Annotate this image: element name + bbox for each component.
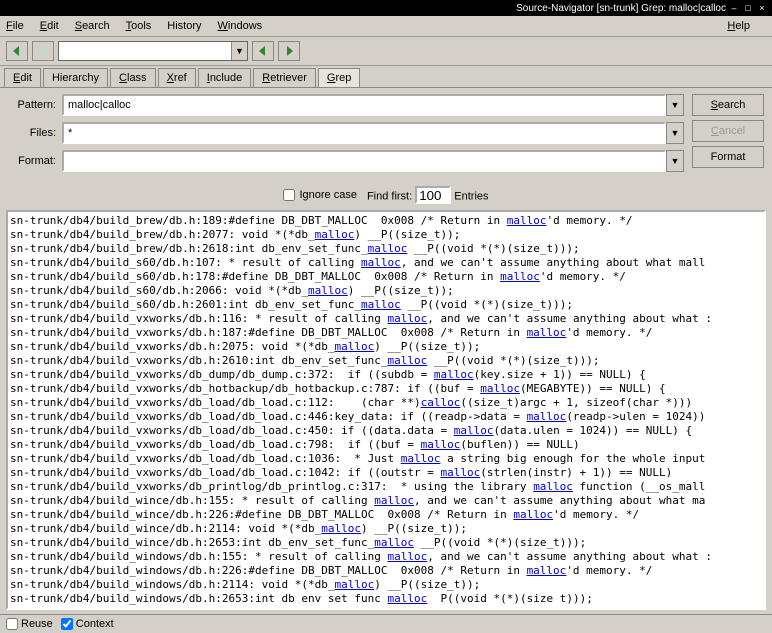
reuse-label: Reuse: [21, 618, 53, 630]
tab-xref[interactable]: Xref: [158, 68, 196, 87]
results-pane[interactable]: sn-trunk/db4/build_brew/db.h:189:#define…: [6, 210, 766, 610]
chevron-down-icon: ▼: [671, 128, 680, 138]
cancel-button[interactable]: Cancel: [692, 120, 764, 142]
maximize-icon[interactable]: □: [742, 3, 754, 13]
tab-include[interactable]: Include: [198, 68, 251, 87]
grep-form: Pattern: ▼ Files: ▼ Format: ▼ Search Can…: [0, 88, 772, 184]
entries-label: Entries: [454, 191, 488, 203]
find-first-input[interactable]: [415, 186, 451, 204]
result-line[interactable]: sn-trunk/db4/build_vxworks/db_load/db_lo…: [10, 396, 762, 410]
forward-button[interactable]: [32, 41, 54, 61]
menu-help[interactable]: Help: [727, 20, 750, 32]
menu-windows[interactable]: Windows: [218, 20, 263, 32]
back-button[interactable]: [6, 41, 28, 61]
context-checkbox[interactable]: [61, 618, 73, 630]
result-line[interactable]: sn-trunk/db4/build_vxworks/db_load/db_lo…: [10, 466, 762, 480]
result-line[interactable]: sn-trunk/db4/build_wince/db.h:226:#defin…: [10, 508, 762, 522]
result-line[interactable]: sn-trunk/db4/build_vxworks/db.h:2610:int…: [10, 354, 762, 368]
tabbar: Edit Hierarchy Class Xref Include Retrie…: [0, 66, 772, 88]
menu-tools[interactable]: Tools: [126, 20, 152, 32]
result-line[interactable]: sn-trunk/db4/build_brew/db.h:2618:int db…: [10, 242, 762, 256]
prev-button[interactable]: [252, 41, 274, 61]
menubar: File Edit Search Tools History Windows H…: [0, 16, 772, 37]
menu-history[interactable]: History: [167, 20, 201, 32]
result-line[interactable]: sn-trunk/db4/build_vxworks/db.h:187:#def…: [10, 326, 762, 340]
menu-edit[interactable]: Edit: [40, 20, 59, 32]
tab-grep[interactable]: Grep: [318, 68, 360, 87]
format-label: Format:: [8, 155, 56, 167]
minimize-icon[interactable]: –: [728, 3, 740, 13]
files-dropdown[interactable]: ▼: [666, 122, 684, 144]
reuse-checkbox[interactable]: [6, 618, 18, 630]
result-line[interactable]: sn-trunk/db4/build_vxworks/db.h:116: * r…: [10, 312, 762, 326]
result-line[interactable]: sn-trunk/db4/build_wince/db.h:2114: void…: [10, 522, 762, 536]
result-line[interactable]: sn-trunk/db4/build_windows/db.h:2653:int…: [10, 592, 762, 606]
tab-class[interactable]: Class: [110, 68, 156, 87]
result-line[interactable]: sn-trunk/db4/build_vxworks/db_load/db_lo…: [10, 410, 762, 424]
result-line[interactable]: sn-trunk/db4/build_windows/db.h:155: * r…: [10, 550, 762, 564]
search-button[interactable]: Search: [692, 94, 764, 116]
tab-retriever[interactable]: Retriever: [253, 68, 316, 87]
ignore-case-label: Ignore case: [299, 189, 356, 201]
menu-search[interactable]: Search: [75, 20, 110, 32]
files-label: Files:: [8, 127, 56, 139]
menu-file[interactable]: File: [6, 20, 24, 32]
result-line[interactable]: sn-trunk/db4/build_s60/db.h:178:#define …: [10, 270, 762, 284]
close-icon[interactable]: ×: [756, 3, 768, 13]
result-line[interactable]: sn-trunk/db4/build_s60/db.h:2601:int db_…: [10, 298, 762, 312]
result-line[interactable]: sn-trunk/db4/build_vxworks/db_load/db_lo…: [10, 424, 762, 438]
result-line[interactable]: sn-trunk/db4/build_vxworks/db_load/db_lo…: [10, 452, 762, 466]
format-input[interactable]: [62, 150, 666, 172]
pattern-dropdown[interactable]: ▼: [666, 94, 684, 116]
chevron-down-icon: ▼: [235, 46, 244, 56]
result-line[interactable]: sn-trunk/db4/build_vxworks/db_load/db_lo…: [10, 438, 762, 452]
files-input[interactable]: [62, 122, 666, 144]
options-row: Ignore case Find first: Entries: [0, 184, 772, 210]
format-dropdown[interactable]: ▼: [666, 150, 684, 172]
result-line[interactable]: sn-trunk/db4/build_vxworks/db_hotbackup/…: [10, 382, 762, 396]
result-line[interactable]: sn-trunk/db4/build_brew/db.h:2077: void …: [10, 228, 762, 242]
statusbar: Reuse Context: [0, 614, 772, 633]
pattern-label: Pattern:: [8, 99, 56, 111]
chevron-down-icon: ▼: [671, 100, 680, 110]
window-title: Source-Navigator [sn-trunk] Grep: malloc…: [516, 3, 726, 14]
result-line[interactable]: sn-trunk/db4/build_windows/db.h:226:#def…: [10, 564, 762, 578]
result-line[interactable]: sn-trunk/db4/build_wince/db.h:155: * res…: [10, 494, 762, 508]
result-line[interactable]: sn-trunk/db4/build_vxworks/db_dump/db_du…: [10, 368, 762, 382]
next-button[interactable]: [278, 41, 300, 61]
result-line[interactable]: sn-trunk/db4/build_s60/db.h:2066: void *…: [10, 284, 762, 298]
result-line[interactable]: sn-trunk/db4/build_s60/db.h:107: * resul…: [10, 256, 762, 270]
window-titlebar: Source-Navigator [sn-trunk] Grep: malloc…: [0, 0, 772, 16]
tab-edit[interactable]: Edit: [4, 68, 41, 87]
pattern-input[interactable]: [62, 94, 666, 116]
toolbar: ▼: [0, 37, 772, 66]
result-line[interactable]: sn-trunk/db4/build_windows/db.h:2114: vo…: [10, 578, 762, 592]
result-line[interactable]: sn-trunk/db4/build_vxworks/db.h:2075: vo…: [10, 340, 762, 354]
result-line[interactable]: sn-trunk/db4/build_vxworks/db_printlog/d…: [10, 480, 762, 494]
context-label: Context: [76, 618, 114, 630]
result-line[interactable]: sn-trunk/db4/build_brew/db.h:189:#define…: [10, 214, 762, 228]
ignore-case-checkbox[interactable]: [283, 189, 295, 201]
chevron-down-icon: ▼: [671, 156, 680, 166]
history-combo[interactable]: ▼: [58, 41, 248, 61]
tab-hierarchy[interactable]: Hierarchy: [43, 68, 108, 87]
result-line[interactable]: sn-trunk/db4/build_wince/db.h:2653:int d…: [10, 536, 762, 550]
find-first-label: Find first:: [367, 191, 412, 203]
format-button[interactable]: Format: [692, 146, 764, 168]
